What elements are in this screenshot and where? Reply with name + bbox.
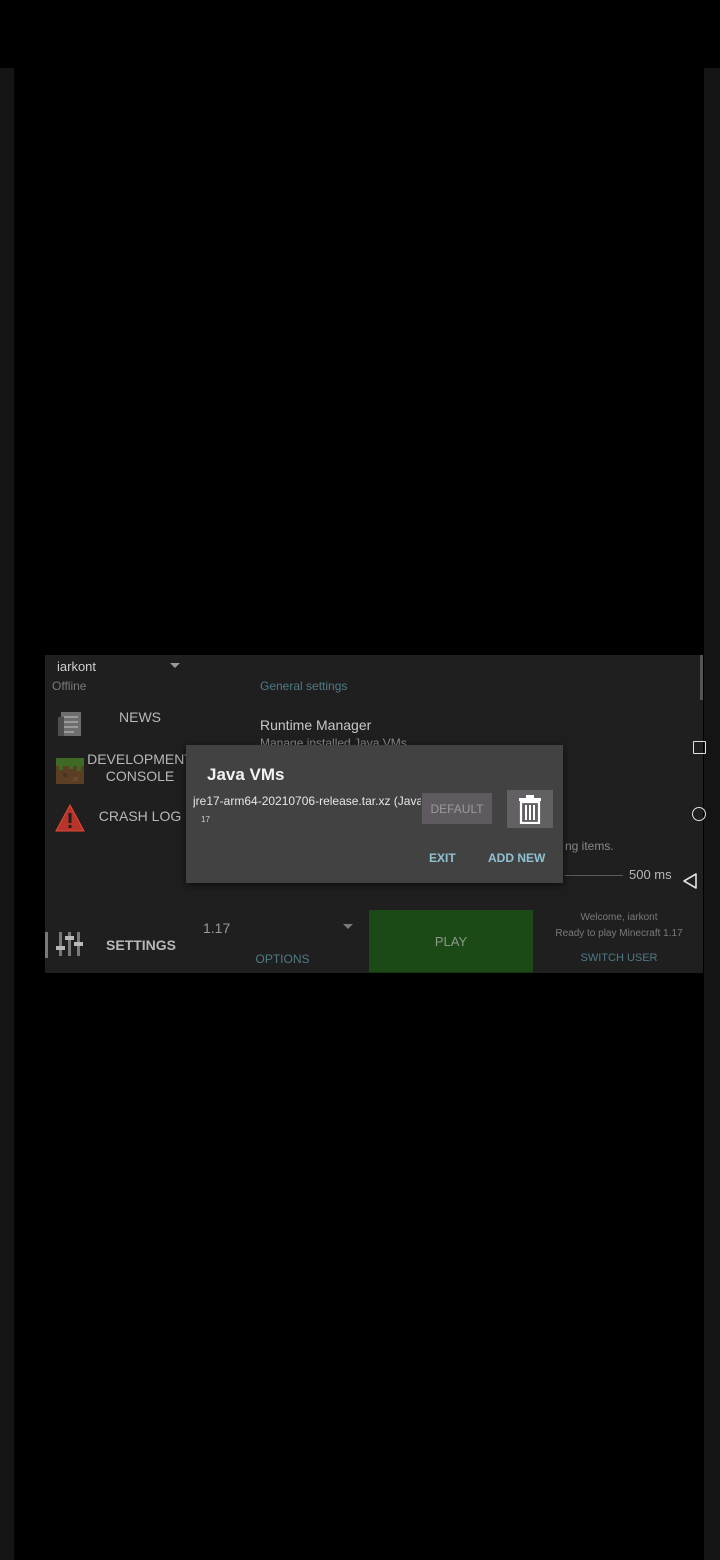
grass-block-icon	[56, 758, 84, 784]
newspaper-icon	[58, 712, 81, 736]
scrollbar-thumb[interactable]	[700, 655, 703, 700]
options-button[interactable]: OPTIONS	[240, 952, 325, 966]
sidebar-item-label: CRASH LOG	[98, 808, 182, 824]
default-button-label: DEFAULT	[430, 801, 484, 816]
right-edge-strip	[704, 68, 720, 1560]
account-name[interactable]: iarkont	[57, 659, 96, 674]
warning-icon	[55, 803, 85, 832]
exit-button[interactable]: EXIT	[429, 851, 456, 865]
sidebar-item-label: DEVELOPMENT CONSOLE	[87, 751, 193, 785]
delay-slider[interactable]	[565, 875, 623, 876]
sidebar-item-news[interactable]: NEWS	[45, 701, 245, 751]
selected-indicator	[45, 932, 48, 958]
sliders-icon[interactable]	[55, 930, 85, 958]
chevron-down-icon[interactable]	[343, 924, 353, 929]
java-vm-version: 17	[201, 815, 210, 824]
left-edge-strip	[0, 68, 14, 1560]
dialog-title: Java VMs	[207, 765, 285, 784]
java-vms-dialog: Java VMs jre17-arm64-20210706-release.ta…	[186, 745, 563, 883]
set-default-button[interactable]: DEFAULT	[422, 793, 492, 824]
runtime-manager-title[interactable]: Runtime Manager	[260, 717, 371, 733]
home-button[interactable]	[692, 807, 706, 821]
sidebar-item-label: NEWS	[119, 709, 161, 725]
label-line: DEVELOPMENT	[87, 751, 193, 767]
switch-user-button[interactable]: SWITCH USER	[539, 952, 699, 964]
account-status: Offline	[52, 679, 87, 693]
version-select[interactable]: 1.17	[203, 920, 353, 936]
label-line: CONSOLE	[105, 768, 175, 784]
slider-value: 500 ms	[629, 867, 672, 882]
account-dropdown-icon[interactable]	[170, 663, 180, 668]
play-button-label: PLAY	[434, 933, 468, 949]
add-new-button[interactable]: ADD NEW	[488, 851, 545, 865]
back-icon[interactable]	[682, 872, 698, 890]
java-vm-name: jre17-arm64-20210706-release.tar.xz (Jav…	[193, 794, 421, 808]
preference-summary: ng items.	[565, 839, 614, 853]
ready-text: Ready to play Minecraft 1.17	[555, 928, 683, 939]
settings-category-header: General settings	[260, 679, 348, 693]
welcome-text: Welcome, iarkont	[580, 912, 658, 923]
recents-button[interactable]	[693, 741, 706, 754]
delete-vm-button[interactable]	[507, 790, 553, 828]
bottom-bar: SETTINGS 1.17 OPTIONS PLAY Welcome, iark…	[45, 908, 703, 973]
settings-button[interactable]: SETTINGS	[106, 937, 176, 953]
play-button[interactable]: PLAY	[369, 910, 533, 973]
trash-icon	[519, 795, 541, 824]
